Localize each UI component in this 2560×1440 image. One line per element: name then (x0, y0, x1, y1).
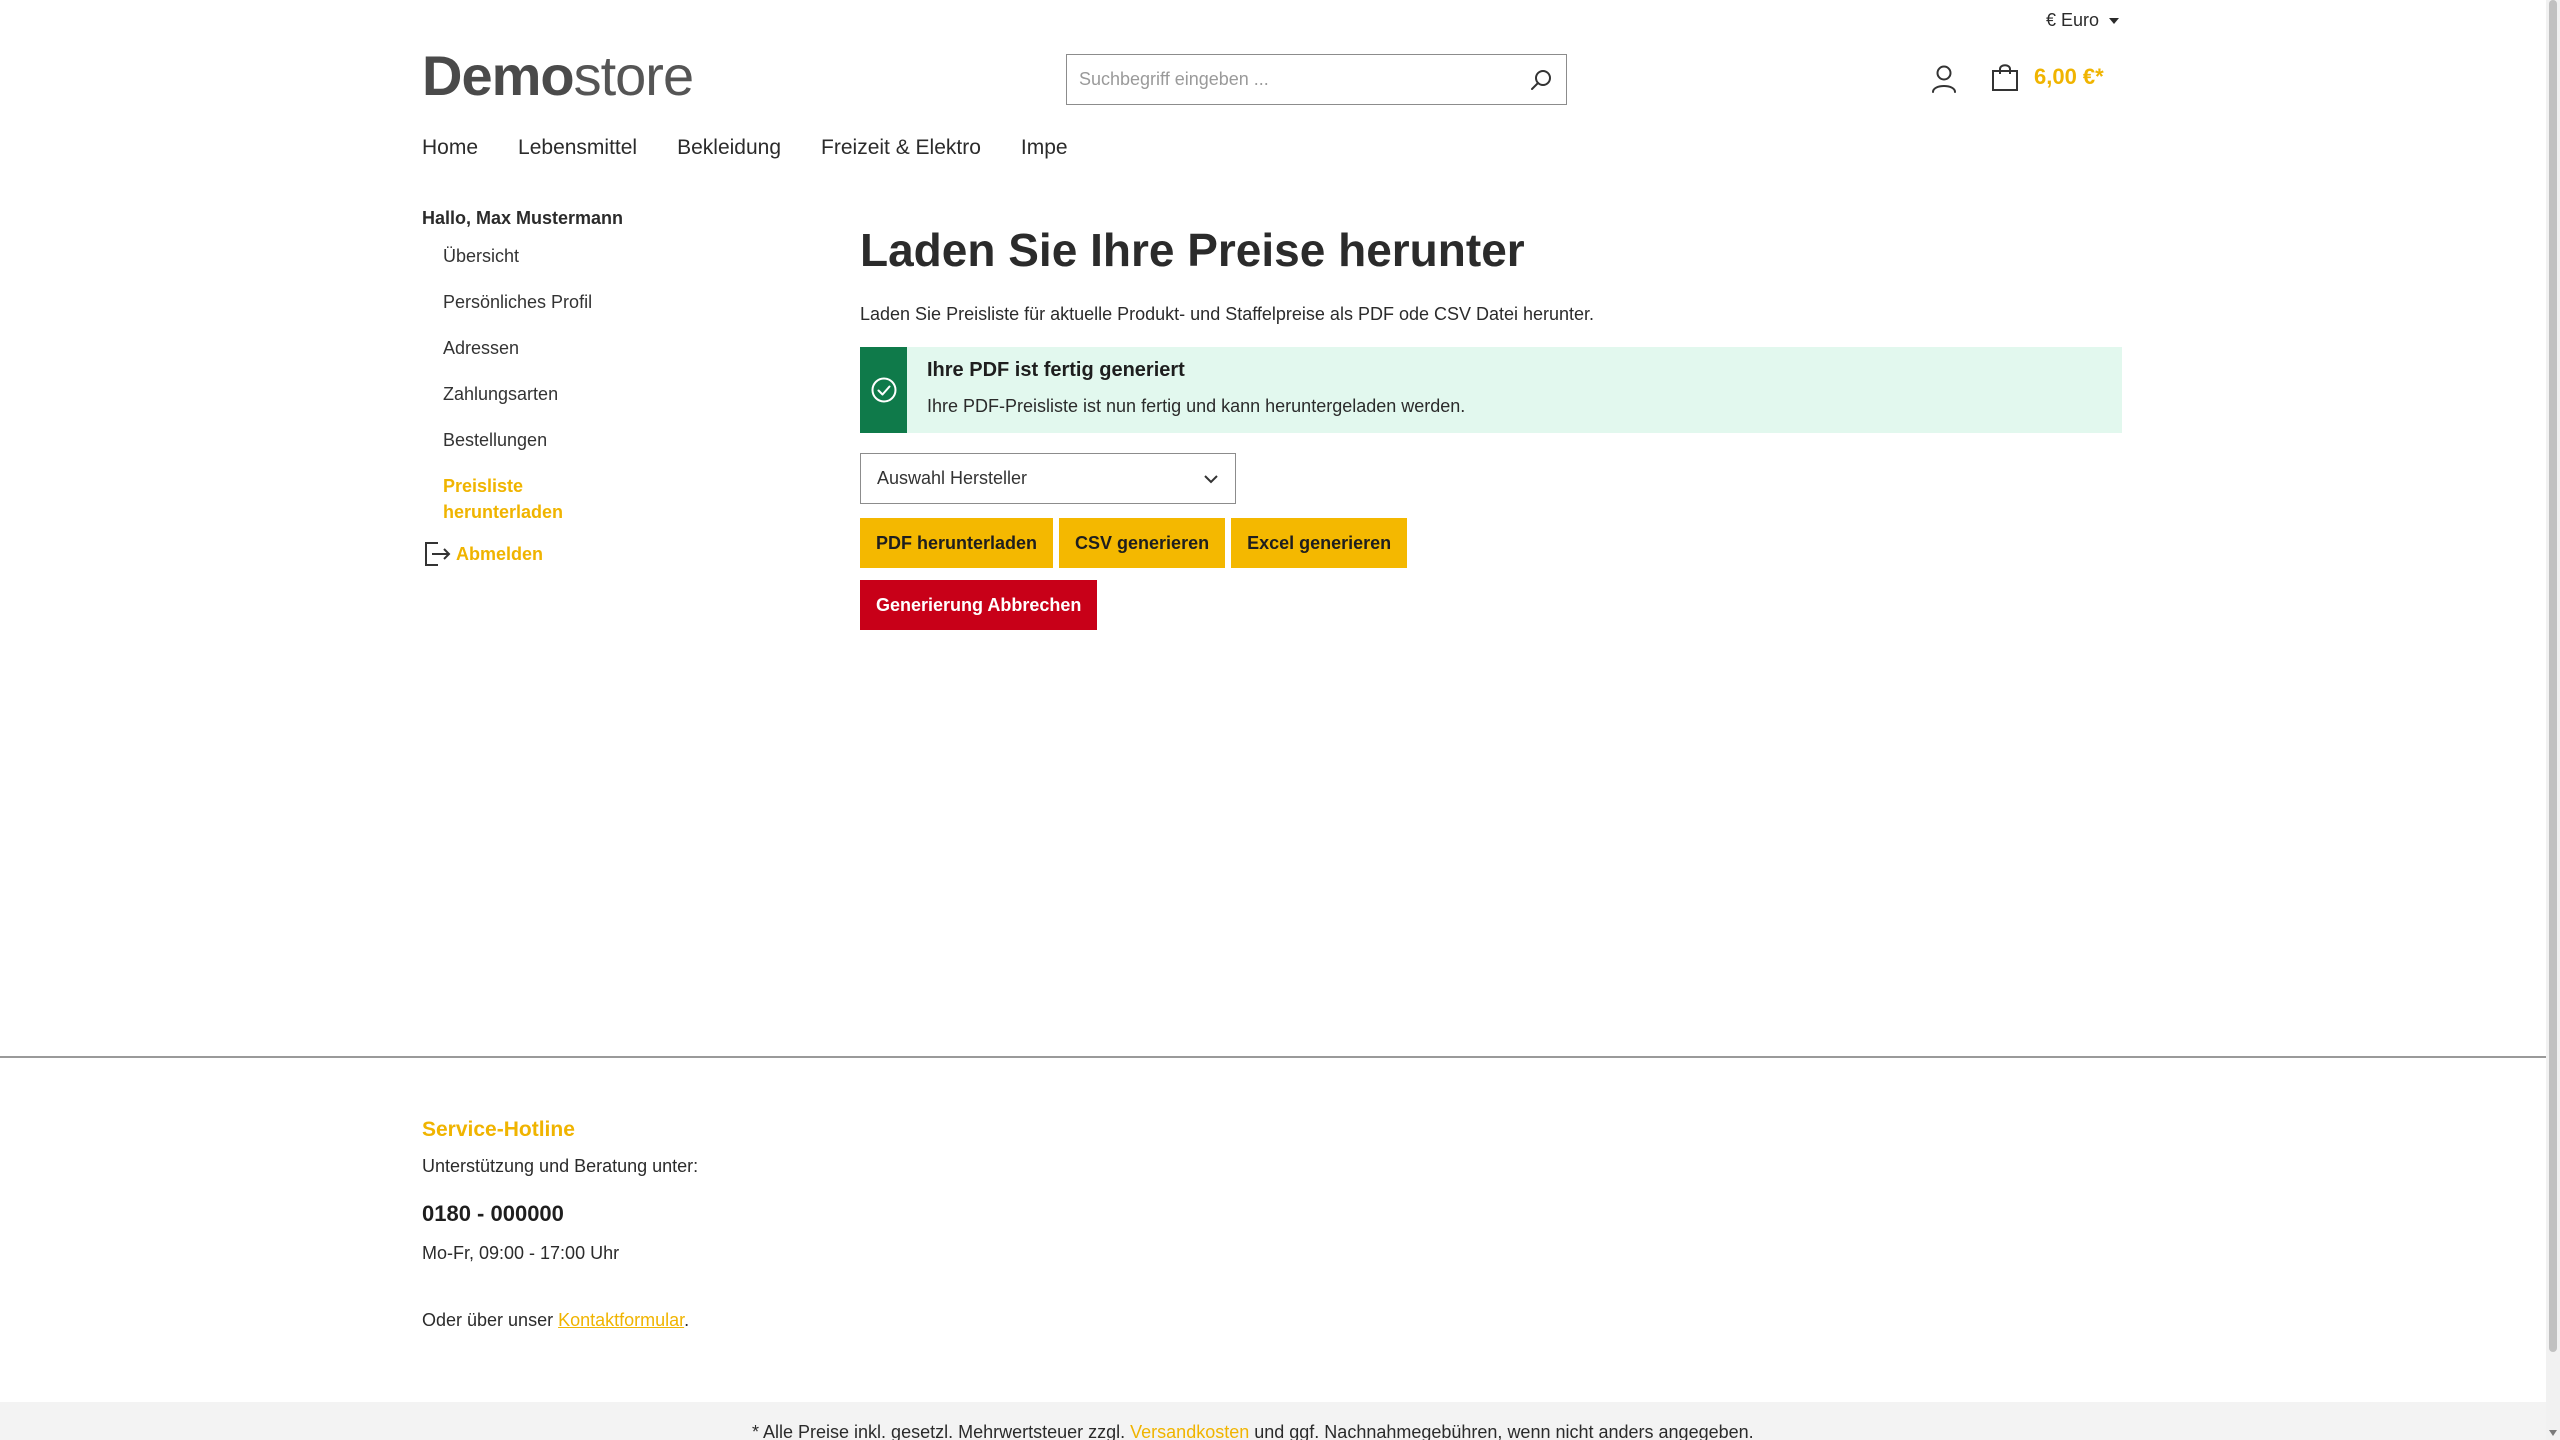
sidebar-item-preisliste[interactable]: Preisliste herunterladen (443, 473, 593, 525)
vat-note-prefix: * Alle Preise inkl. gesetzl. Mehrwertste… (752, 1422, 1131, 1440)
vat-note: * Alle Preise inkl. gesetzl. Mehrwertste… (752, 1422, 1754, 1440)
account-sidebar: Hallo, Max Mustermann Übersicht Persönli… (422, 208, 682, 569)
nav-item-freizeit-elektro[interactable]: Freizeit & Elektro (821, 136, 981, 160)
logo-bold-text: Demo (422, 44, 575, 107)
footer-service: Service-Hotline Unterstützung und Beratu… (422, 1118, 698, 1331)
main-navigation: Home Lebensmittel Bekleidung Freizeit & … (422, 136, 1108, 160)
nav-item-impressum[interactable]: Impe (1021, 136, 1068, 160)
alert-body: Ihre PDF ist fertig generiert Ihre PDF-P… (907, 347, 1485, 433)
page: € Euro Demostore 6,00 €* Home Lebe (0, 0, 2560, 1440)
sidebar-item-zahlungsarten[interactable]: Zahlungsarten (443, 381, 682, 407)
alert-icon-bar (860, 347, 907, 433)
alert-title: Ihre PDF ist fertig generiert (927, 359, 1185, 381)
contact-suffix: . (684, 1310, 690, 1330)
page-title: Laden Sie Ihre Preise herunter (860, 224, 1525, 276)
cancel-generation-button[interactable]: Generierung Abbrechen (860, 580, 1098, 630)
nav-item-lebensmittel[interactable]: Lebensmittel (518, 136, 637, 160)
scroll-down-arrow-icon[interactable] (2549, 1430, 2557, 1436)
sidebar-item-profil[interactable]: Persönliches Profil (443, 289, 682, 315)
chevron-down-icon (1204, 474, 1218, 483)
logout-label: Abmelden (456, 543, 544, 564)
logo-light-text: store (573, 44, 694, 107)
excel-generate-button[interactable]: Excel generieren (1231, 518, 1408, 568)
main-content: Laden Sie Ihre Preise herunter Laden Sie… (860, 222, 2122, 630)
user-icon (1932, 65, 1956, 93)
shopping-bag-icon (1992, 64, 2018, 91)
page-scrollbar[interactable] (2546, 0, 2560, 1440)
caret-down-icon (2109, 17, 2120, 24)
csv-generate-button[interactable]: CSV generieren (1059, 518, 1226, 568)
search-icon (1531, 69, 1551, 90)
contact-form-link[interactable]: Kontaktformular (558, 1310, 684, 1330)
success-alert: Ihre PDF ist fertig generiert Ihre PDF-P… (860, 347, 2122, 433)
scrollbar-thumb[interactable] (2549, 0, 2557, 1352)
currency-selector[interactable]: € Euro (2046, 10, 2120, 31)
support-text: Unterstützung und Beratung unter: (422, 1156, 699, 1176)
page-intro: Laden Sie Preisliste für aktuelle Produk… (860, 304, 1595, 324)
cart-button[interactable]: 6,00 €* (1990, 62, 2104, 92)
sidebar-item-bestellungen[interactable]: Bestellungen (443, 427, 682, 453)
currency-label: € Euro (2046, 10, 2100, 30)
alert-text: Ihre PDF-Preisliste ist nun fertig und k… (927, 396, 1466, 416)
logout-link[interactable]: Abmelden (422, 539, 682, 569)
footer-bottom-band: * Alle Preise inkl. gesetzl. Mehrwertste… (0, 1402, 2546, 1440)
check-circle-icon (871, 377, 896, 403)
hotline-title: Service-Hotline (422, 1118, 575, 1141)
account-button[interactable] (1930, 64, 1958, 94)
sidebar-greeting: Hallo, Max Mustermann (422, 208, 624, 228)
pdf-download-button[interactable]: PDF herunterladen (860, 518, 1054, 568)
search-input[interactable] (1067, 69, 1516, 90)
contact-text: Oder über unser Kontaktformular. (422, 1310, 698, 1331)
sidebar-item-adressen[interactable]: Adressen (443, 335, 682, 361)
nav-item-bekleidung[interactable]: Bekleidung (677, 136, 781, 160)
sidebar-item-uebersicht[interactable]: Übersicht (443, 243, 682, 269)
search-box (1066, 54, 1567, 105)
nav-item-home[interactable]: Home (422, 136, 478, 160)
sidebar-menu: Übersicht Persönliches Profil Adressen Z… (422, 243, 682, 525)
hotline-hours: Mo-Fr, 09:00 - 17:00 Uhr (422, 1243, 620, 1263)
store-logo[interactable]: Demostore (422, 44, 694, 107)
hotline-phone[interactable]: 0180 - 000000 (422, 1201, 698, 1227)
download-button-row: PDF herunterladen CSV generieren Excel g… (860, 518, 2122, 568)
shipping-costs-link[interactable]: Versandkosten (1130, 1422, 1249, 1440)
footer-divider (0, 1056, 2546, 1058)
vat-note-suffix: und ggf. Nachnahmegebühren, wenn nicht a… (1249, 1422, 1754, 1440)
contact-prefix: Oder über unser (422, 1310, 559, 1330)
manufacturer-select[interactable]: Auswahl Hersteller (860, 453, 1236, 504)
manufacturer-select-value: Auswahl Hersteller (877, 468, 1028, 488)
logout-icon (425, 542, 451, 566)
search-button[interactable] (1516, 55, 1566, 104)
cart-total: 6,00 €* (2034, 64, 2104, 89)
